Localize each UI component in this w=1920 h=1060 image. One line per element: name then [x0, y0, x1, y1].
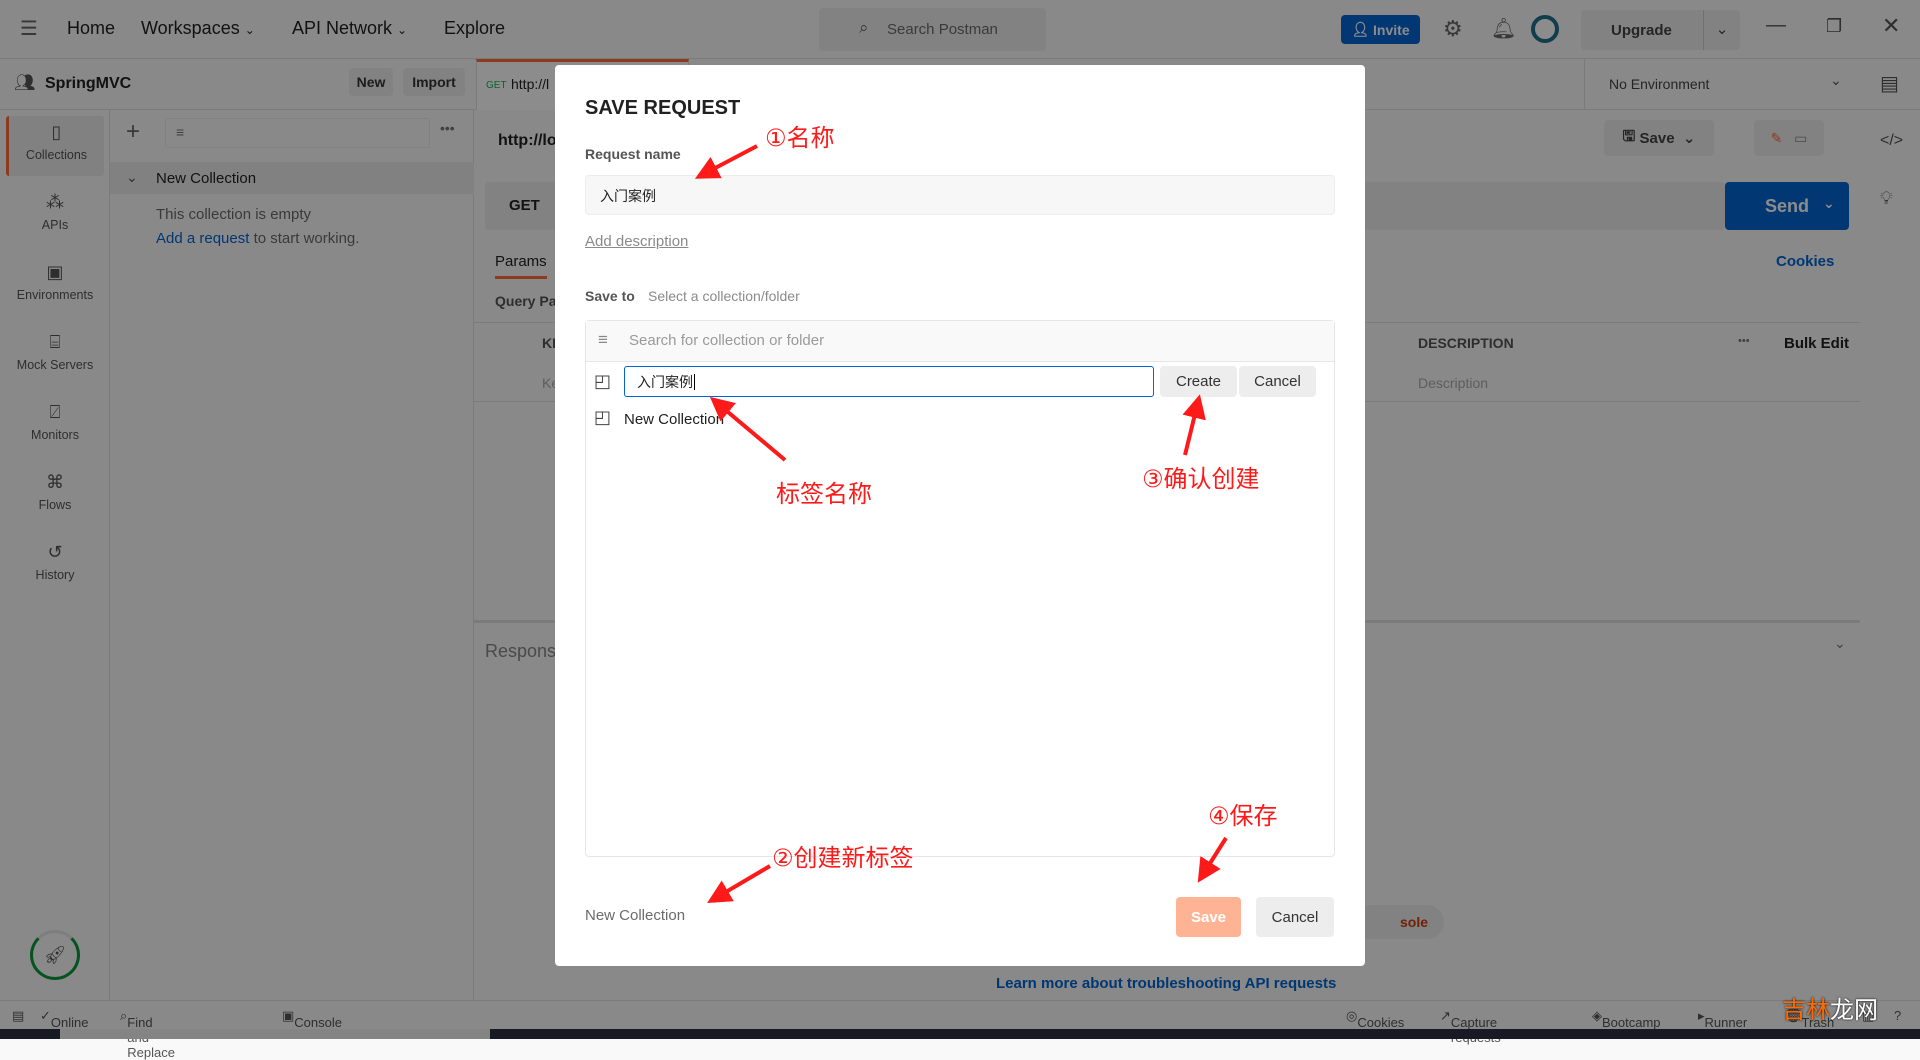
watermark-logo: 吉林龙网	[1782, 997, 1878, 1024]
annotation-step-4: ④保存	[1208, 802, 1278, 830]
annotation-arrows	[694, 144, 1228, 904]
arrow-to-save	[1197, 836, 1228, 883]
arrow-to-folder-name	[709, 396, 787, 462]
annotation-step-3: ③确认创建	[1142, 465, 1260, 493]
annotation-tag-name: 标签名称	[776, 480, 872, 508]
arrow-to-request-name	[694, 144, 758, 179]
arrow-to-new-collection	[707, 864, 772, 904]
arrow-to-create	[1182, 394, 1206, 456]
annotation-step-1: ①名称	[765, 124, 835, 152]
annotation-step-2: ②创建新标签	[772, 844, 914, 872]
